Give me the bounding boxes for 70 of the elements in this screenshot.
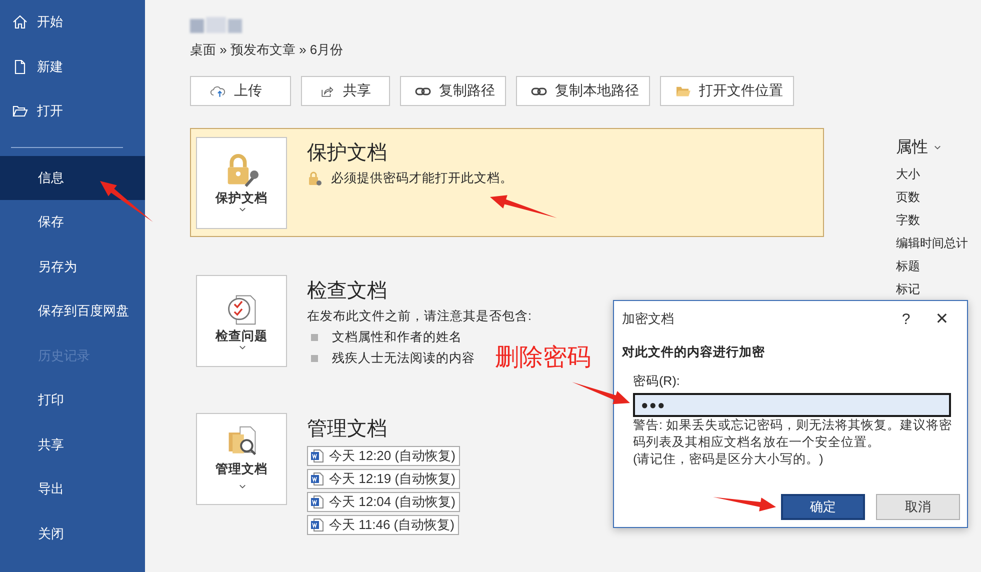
arrow: [572, 382, 630, 404]
cloud-upload-icon: [210, 84, 226, 98]
arrow: [100, 181, 153, 222]
home-icon: [12, 14, 28, 30]
section-title: 管理文档: [307, 417, 388, 442]
close-button[interactable]: ✕: [924, 308, 960, 330]
word-document-icon: [310, 495, 324, 509]
property-label: 编辑时间总计: [896, 235, 968, 252]
caret-icon: [239, 484, 246, 489]
section-title: 检查文档: [307, 279, 388, 304]
word-document-icon: [310, 518, 324, 532]
nav-item[interactable]: 导出: [0, 467, 145, 512]
caret-icon: [934, 145, 941, 150]
warning-text: 警告: 如果丢失或忘记密码，则无法将其恢复。建议将密码列表及其相应文档名放在一个安全位置。: [633, 417, 953, 451]
password-field[interactable]: ●●●: [633, 393, 951, 417]
dialog-title: 加密文档: [622, 310, 675, 328]
property-label: 大小: [896, 166, 921, 183]
cancel-button[interactable]: 取消: [876, 494, 960, 520]
caret-icon: [239, 345, 246, 350]
toolbar-button[interactable]: 共享: [301, 76, 390, 106]
tile-button[interactable]: 管理文档: [196, 413, 287, 505]
dialog-heading: 对此文件的内容进行加密: [622, 344, 766, 361]
property-label: 标题: [896, 258, 921, 275]
tile-button[interactable]: 检查问题: [196, 275, 287, 367]
nav-item[interactable]: 另存为: [0, 244, 145, 289]
toolbar-button[interactable]: 复制路径: [400, 76, 506, 106]
annotation-text: 删除密码: [495, 343, 591, 373]
caret-icon: [239, 207, 246, 212]
note-text: (请记住，密码是区分大小写的。): [633, 451, 824, 468]
arrow: [713, 497, 776, 512]
field-label: 密码(R):: [633, 373, 681, 390]
property-label: 页数: [896, 189, 921, 206]
version-link[interactable]: 今天 12:19 (自动恢复): [307, 469, 460, 489]
document-icon: [12, 58, 28, 75]
help-button[interactable]: ?: [888, 310, 924, 328]
tile-button[interactable]: 保护文档: [196, 137, 287, 229]
breadcrumb: 桌面 » 预发布文章 » 6月份: [190, 41, 344, 59]
folder-icon: [12, 103, 28, 120]
property-label: 字数: [896, 212, 921, 229]
section-text: 在发布此文件之前，请注意其是否包含:: [307, 308, 532, 325]
word-document-icon: [310, 472, 324, 486]
nav-item[interactable]: 共享: [0, 422, 145, 467]
version-link[interactable]: 今天 11:46 (自动恢复): [307, 515, 460, 535]
nav-item[interactable]: 保存: [0, 200, 145, 244]
version-link[interactable]: 今天 12:20 (自动恢复): [307, 446, 460, 466]
nav-item[interactable]: 保存到百度网盘: [0, 289, 145, 334]
properties-heading[interactable]: 属性: [896, 137, 968, 158]
property-label: 标记: [896, 281, 921, 298]
bullet-icon: [311, 355, 318, 362]
folder-icon: [675, 84, 691, 98]
nav-item[interactable]: 信息: [0, 156, 145, 200]
bullet-icon: [311, 334, 318, 341]
lock-key-icon: [307, 170, 323, 186]
message-text: 必须提供密码才能打开此文档。: [331, 170, 513, 187]
nav-item[interactable]: 新建: [0, 44, 145, 89]
ok-button[interactable]: 确定: [781, 494, 865, 520]
nav-item[interactable]: 开始: [0, 0, 145, 44]
share-icon: [319, 84, 335, 98]
nav-item[interactable]: 打开: [0, 89, 145, 134]
version-link[interactable]: 今天 12:04 (自动恢复): [307, 492, 460, 512]
bullet-text: 文档属性和作者的姓名: [332, 329, 462, 346]
nav-item[interactable]: 关闭: [0, 512, 145, 556]
arrow: [490, 195, 557, 218]
word-document-icon: [310, 449, 324, 463]
toolbar-button[interactable]: 复制本地路径: [516, 76, 650, 106]
section-title: 保护文档: [307, 141, 388, 166]
bullet-text: 残疾人士无法阅读的内容: [332, 350, 475, 367]
toolbar-button[interactable]: 打开文件位置: [660, 76, 794, 106]
nav-item[interactable]: 打印: [0, 378, 145, 422]
toolbar-button[interactable]: 上传: [190, 76, 291, 106]
